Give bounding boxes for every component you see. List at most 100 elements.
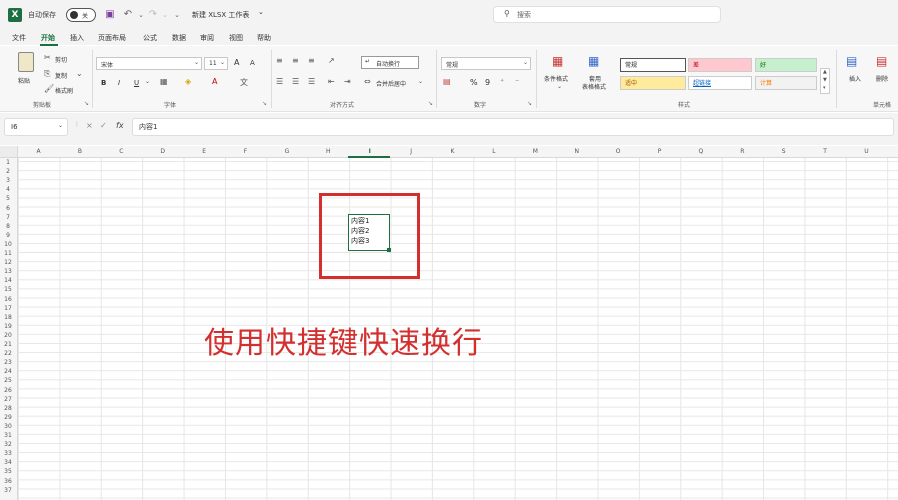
row-header-32[interactable]: 32 xyxy=(0,441,16,448)
row-header-7[interactable]: 7 xyxy=(0,214,16,221)
shrink-font-button[interactable]: A xyxy=(250,59,255,67)
copy-button[interactable]: 复制 xyxy=(55,71,67,80)
row-header-29[interactable]: 29 xyxy=(0,414,16,421)
wrap-text-button[interactable]: 自动换行 ↵ xyxy=(361,56,419,69)
column-header-i[interactable]: I xyxy=(349,148,390,155)
row-header-28[interactable]: 28 xyxy=(0,405,16,412)
align-top-icon[interactable]: ≡ xyxy=(276,56,283,65)
number-launcher-icon[interactable]: ↘ xyxy=(527,100,532,107)
chevron-down-icon[interactable]: ⌄ xyxy=(58,122,63,129)
percent-button[interactable]: % xyxy=(470,78,478,87)
tab-data[interactable]: 数据 xyxy=(172,33,186,43)
tab-insert[interactable]: 插入 xyxy=(70,33,84,43)
style-good[interactable]: 好 xyxy=(755,58,817,72)
column-header-k[interactable]: K xyxy=(432,148,473,155)
conditional-format-button[interactable]: 条件格式 xyxy=(544,74,568,83)
comma-button[interactable]: 9 xyxy=(485,78,490,87)
tab-help[interactable]: 帮助 xyxy=(257,33,271,43)
style-neutral[interactable]: 适中 xyxy=(620,76,686,90)
document-title[interactable]: 新建 XLSX 工作表 xyxy=(192,10,249,20)
column-header-f[interactable]: F xyxy=(225,148,266,155)
style-normal[interactable]: 常规 xyxy=(620,58,686,72)
merge-dropdown-icon[interactable]: ⌄ xyxy=(418,78,423,85)
font-launcher-icon[interactable]: ↘ xyxy=(262,100,267,107)
column-header-b[interactable]: B xyxy=(59,148,100,155)
chevron-up-icon[interactable]: ▲ xyxy=(823,69,827,75)
row-header-9[interactable]: 9 xyxy=(0,232,16,239)
row-header-23[interactable]: 23 xyxy=(0,359,16,366)
row-header-11[interactable]: 11 xyxy=(0,250,16,257)
name-box[interactable]: I6 ⌄ xyxy=(4,118,68,136)
tab-review[interactable]: 审阅 xyxy=(200,33,214,43)
delete-cells-button[interactable]: 删除 xyxy=(876,74,888,83)
cancel-icon[interactable]: × xyxy=(86,121,93,130)
row-header-3[interactable]: 3 xyxy=(0,177,16,184)
row-header-27[interactable]: 27 xyxy=(0,396,16,403)
row-header-18[interactable]: 18 xyxy=(0,314,16,321)
quick-access-more-icon[interactable]: ⌄ xyxy=(170,8,184,22)
decrease-decimal-icon[interactable]: ⁻ xyxy=(515,77,519,86)
cut-button[interactable]: 剪切 xyxy=(55,55,67,64)
formula-input[interactable]: 内容1 xyxy=(132,118,894,136)
enter-icon[interactable]: ✓ xyxy=(100,121,107,130)
row-header-25[interactable]: 25 xyxy=(0,377,16,384)
row-header-31[interactable]: 31 xyxy=(0,432,16,439)
row-header-35[interactable]: 35 xyxy=(0,468,16,475)
row-header-1[interactable]: 1 xyxy=(0,159,16,166)
number-format-select[interactable]: 常规 ⌄ xyxy=(441,57,531,70)
column-header-e[interactable]: E xyxy=(184,148,225,155)
row-header-24[interactable]: 24 xyxy=(0,368,16,375)
currency-icon[interactable]: ▤ xyxy=(443,77,451,86)
row-header-37[interactable]: 37 xyxy=(0,487,16,494)
row-header-8[interactable]: 8 xyxy=(0,223,16,230)
orientation-icon[interactable]: ↗ xyxy=(328,56,335,65)
row-header-36[interactable]: 36 xyxy=(0,478,16,485)
increase-decimal-icon[interactable]: ⁺ xyxy=(500,77,504,86)
gallery-more-icon[interactable]: ▾ xyxy=(823,85,826,91)
column-header-o[interactable]: O xyxy=(598,148,639,155)
column-header-a[interactable]: A xyxy=(18,148,59,155)
alignment-launcher-icon[interactable]: ↘ xyxy=(428,100,433,107)
column-header-h[interactable]: H xyxy=(308,148,349,155)
underline-dropdown-icon[interactable]: ⌄ xyxy=(145,78,150,85)
underline-button[interactable]: U xyxy=(134,79,139,87)
tab-formulas[interactable]: 公式 xyxy=(143,33,157,43)
row-header-16[interactable]: 16 xyxy=(0,296,16,303)
paste-icon[interactable] xyxy=(18,52,34,72)
style-bad[interactable]: 差 xyxy=(688,58,752,72)
styles-gallery-scroll[interactable]: ▲ ▼ ▾ xyxy=(820,68,830,94)
row-header-33[interactable]: 33 xyxy=(0,450,16,457)
row-header-14[interactable]: 14 xyxy=(0,277,16,284)
merge-center-button[interactable]: 合并后居中 xyxy=(376,79,406,88)
borders-icon[interactable]: ▦ xyxy=(160,77,168,86)
align-right-icon[interactable]: ☰ xyxy=(308,77,315,86)
font-size-select[interactable]: 11 ⌄ xyxy=(204,57,228,70)
column-header-s[interactable]: S xyxy=(763,148,804,155)
decrease-indent-icon[interactable]: ⇤ xyxy=(328,77,335,86)
column-header-u[interactable]: U xyxy=(846,148,887,155)
row-header-19[interactable]: 19 xyxy=(0,323,16,330)
column-header-l[interactable]: L xyxy=(473,148,514,155)
column-header-c[interactable]: C xyxy=(101,148,142,155)
column-header-q[interactable]: Q xyxy=(680,148,721,155)
style-hyperlink[interactable]: 超链接 xyxy=(688,76,752,90)
document-title-chevron-icon[interactable]: ⌄ xyxy=(258,8,264,16)
align-center-icon[interactable]: ☰ xyxy=(292,77,299,86)
column-header-r[interactable]: R xyxy=(722,148,763,155)
select-all-corner[interactable] xyxy=(0,146,18,158)
row-header-21[interactable]: 21 xyxy=(0,341,16,348)
insert-cells-button[interactable]: 插入 xyxy=(849,74,861,83)
column-header-p[interactable]: P xyxy=(639,148,680,155)
row-header-6[interactable]: 6 xyxy=(0,205,16,212)
table-format-label-2[interactable]: 表格格式 xyxy=(582,82,606,91)
align-left-icon[interactable]: ☰ xyxy=(276,77,283,86)
tab-page-layout[interactable]: 页面布局 xyxy=(98,33,126,43)
align-bottom-icon[interactable]: ≡ xyxy=(308,56,315,65)
insert-function-icon[interactable]: fx xyxy=(116,121,124,130)
save-icon[interactable]: ▣ xyxy=(103,8,117,22)
special-char-icon[interactable]: 文 xyxy=(240,77,248,88)
column-header-j[interactable]: J xyxy=(391,148,432,155)
column-header-d[interactable]: D xyxy=(142,148,183,155)
column-header-g[interactable]: G xyxy=(266,148,307,155)
row-header-5[interactable]: 5 xyxy=(0,195,16,202)
